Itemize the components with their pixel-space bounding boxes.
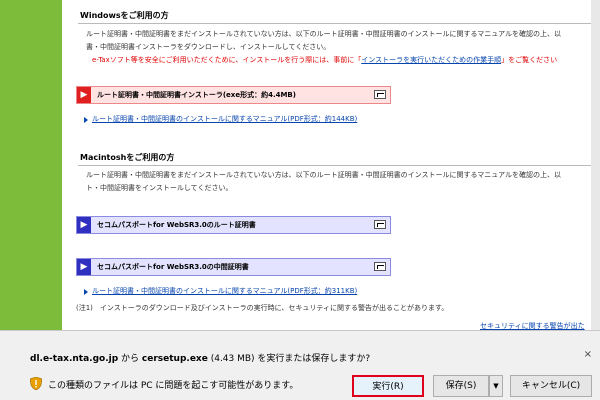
close-icon[interactable]: ×: [584, 349, 592, 360]
download-bar: dl.e-tax.nta.go.jp から cersetup.exe (4.43…: [0, 330, 600, 400]
intermediate-cert-label: セコムパスポートfor WebSR3.0の中間証明書: [97, 263, 249, 271]
installer-procedure-link[interactable]: インストーラを実行いただくための作業手順: [361, 56, 501, 64]
section-divider: [78, 165, 598, 166]
save-button[interactable]: 保存(S): [433, 375, 489, 397]
bullet-icon: [84, 289, 88, 295]
download-size: (4.43 MB) を実行または保存しますか?: [207, 354, 371, 364]
window-icon: [374, 220, 386, 229]
warning-prefix: e-Taxソフト等を安全にご利用いただくために、インストールを行う際には、事前に…: [92, 56, 362, 64]
download-filename: cersetup.exe: [141, 354, 208, 364]
download-host: dl.e-tax.nta.go.jp: [30, 354, 119, 364]
arrow-right-icon: ▶: [77, 217, 91, 233]
note-text: (注1) インストーラのダウンロード及びインストーラの実行時に、セキュリティに関…: [76, 304, 449, 312]
warning-suffix: 」をご覧ください: [501, 56, 558, 64]
download-warning-text: この種類のファイルは PC に問題を起こす可能性があります。: [48, 381, 299, 391]
left-sidebar: [0, 0, 62, 330]
bullet-icon: [84, 117, 88, 123]
windows-para-line2: 書・中間証明書インストーラをダウンロードし、インストールしてください。: [86, 43, 331, 51]
mac-section-title: Macintoshをご利用の方: [80, 153, 175, 162]
page-body: Windowsをご利用の方 ルート証明書・中間証明書をまだインストールされていな…: [62, 0, 600, 330]
arrow-right-icon: ▶: [77, 87, 91, 103]
scrollbar[interactable]: [591, 0, 600, 330]
intermediate-cert-button[interactable]: ▶ セコムパスポートfor WebSR3.0の中間証明書: [76, 258, 391, 276]
windows-section-title: Windowsをご利用の方: [80, 11, 169, 20]
windows-para-line1: ルート証明書・中間証明書をまだインストールされていない方は、以下のルート証明書・…: [86, 30, 562, 38]
shield-warning-icon: [30, 377, 42, 390]
section-divider: [78, 23, 598, 24]
download-from: から: [118, 354, 142, 364]
root-cert-label: セコムパスポートfor WebSR3.0のルート証明書: [97, 221, 256, 229]
run-button[interactable]: 実行(R): [352, 375, 424, 397]
browser-content: Windowsをご利用の方 ルート証明書・中間証明書をまだインストールされていな…: [0, 0, 600, 400]
windows-manual-link[interactable]: ルート証明書・中間証明書のインストールに関するマニュアル(PDF形式：約144K…: [92, 114, 357, 124]
window-icon: [374, 90, 386, 99]
arrow-right-icon: ▶: [77, 259, 91, 275]
mac-manual-link[interactable]: ルート証明書・中間証明書のインストールに関するマニュアル(PDF形式：約311K…: [92, 286, 357, 296]
mac-para-line1: ルート証明書・中間証明書をまだインストールされていない方は、以下のルート証明書・…: [86, 171, 562, 179]
cancel-button[interactable]: キャンセル(C): [510, 375, 592, 397]
root-cert-button[interactable]: ▶ セコムパスポートfor WebSR3.0のルート証明書: [76, 216, 391, 234]
windows-warning: e-Taxソフト等を安全にご利用いただくために、インストールを行う際には、事前に…: [92, 55, 557, 65]
chevron-down-icon[interactable]: ▼: [489, 375, 503, 397]
window-icon: [374, 262, 386, 271]
download-installer-button[interactable]: ▶ ルート証明書・中間証明書インストーラ(exe形式：約4.4MB): [76, 86, 391, 104]
download-installer-label: ルート証明書・中間証明書インストーラ(exe形式：約4.4MB): [97, 91, 296, 99]
download-question: dl.e-tax.nta.go.jp から cersetup.exe (4.43…: [30, 351, 370, 364]
mac-para-line2: ト・中間証明書をインストールしてください。: [86, 184, 233, 192]
